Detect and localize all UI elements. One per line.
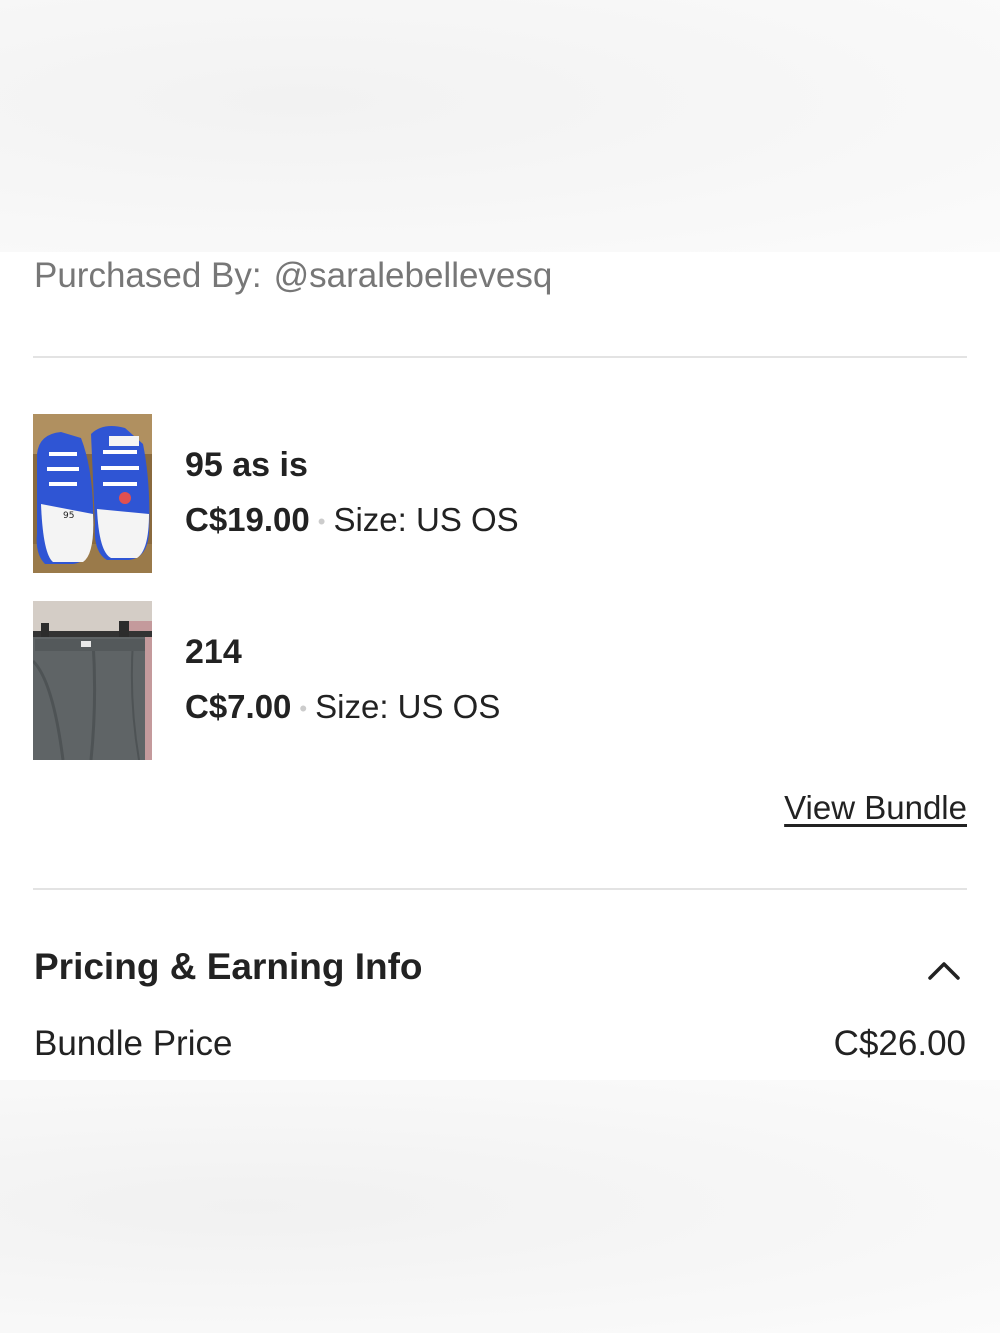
purchased-by-label: Purchased By:: [34, 256, 262, 295]
bundle-item[interactable]: 214 C$7.00 • Size: US OS: [33, 601, 967, 761]
page: Purchased By: @saralebellevesq 95 95 as …: [0, 0, 1000, 1333]
item-title: 95 as is: [185, 446, 308, 484]
item-title: 214: [185, 633, 242, 671]
item-size: Size: US OS: [333, 501, 519, 538]
order-details: Purchased By: @saralebellevesq 95 95 as …: [0, 252, 1000, 1080]
purchased-by: Purchased By: @saralebellevesq: [34, 256, 552, 296]
buyer-handle-link[interactable]: @saralebellevesq: [274, 256, 553, 295]
item-price: C$19.00: [185, 501, 310, 538]
blurred-bottom-area: [0, 1080, 1000, 1333]
item-size: Size: US OS: [315, 688, 501, 725]
blurred-top-area: [0, 0, 1000, 252]
bundle-price-label: Bundle Price: [34, 1024, 233, 1063]
divider: [33, 356, 967, 358]
bundle-price-value: C$26.00: [833, 1024, 966, 1063]
item-meta: C$19.00 • Size: US OS: [185, 501, 519, 539]
svg-text:95: 95: [63, 511, 74, 521]
bundle-item[interactable]: 95 95 as is C$19.00 • Size: US OS: [33, 414, 967, 574]
divider: [33, 888, 967, 890]
separator-dot: •: [299, 696, 308, 722]
view-bundle-link[interactable]: View Bundle: [784, 789, 967, 827]
item-meta: C$7.00 • Size: US OS: [185, 688, 500, 726]
separator-dot: •: [317, 509, 326, 535]
item-price: C$7.00: [185, 688, 292, 725]
chevron-up-icon[interactable]: [927, 957, 961, 983]
pricing-section-title[interactable]: Pricing & Earning Info: [34, 946, 423, 988]
skirt-photo[interactable]: [33, 601, 152, 760]
sneakers-photo[interactable]: 95: [33, 414, 152, 573]
